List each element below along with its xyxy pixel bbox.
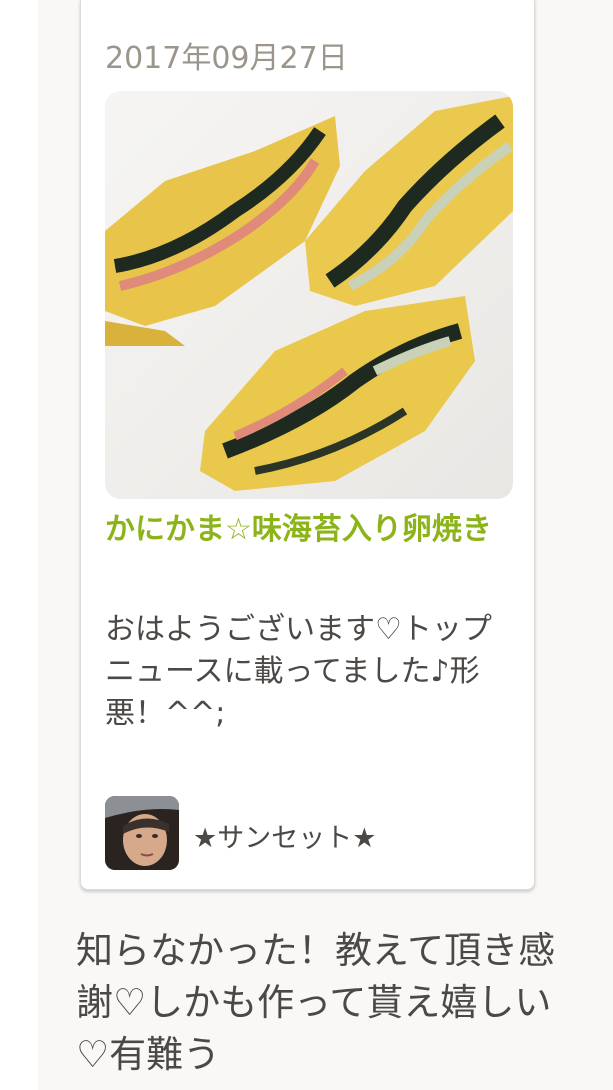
recipe-photo[interactable] bbox=[105, 91, 513, 499]
recipe-card[interactable]: 2017年09月27日 かにかま☆味海苔入り卵焼き おはようございます♡トップニ… bbox=[80, 0, 535, 890]
author-avatar[interactable] bbox=[105, 796, 179, 870]
recipe-description: おはようございます♡トップニュースに載ってました♪形悪！^^; bbox=[105, 612, 492, 731]
author-name[interactable]: ★サンセット★ bbox=[193, 816, 376, 855]
post-date: 2017年09月27日 bbox=[105, 41, 348, 76]
author-avatar-icon bbox=[105, 796, 179, 870]
comment-text: 知らなかった！教えて頂き感謝♡しかも作って貰え嬉しい♡有難う bbox=[76, 929, 556, 1076]
recipe-title[interactable]: かにかま☆味海苔入り卵焼き bbox=[105, 508, 515, 552]
tamagoyaki-photo-icon bbox=[105, 91, 513, 499]
